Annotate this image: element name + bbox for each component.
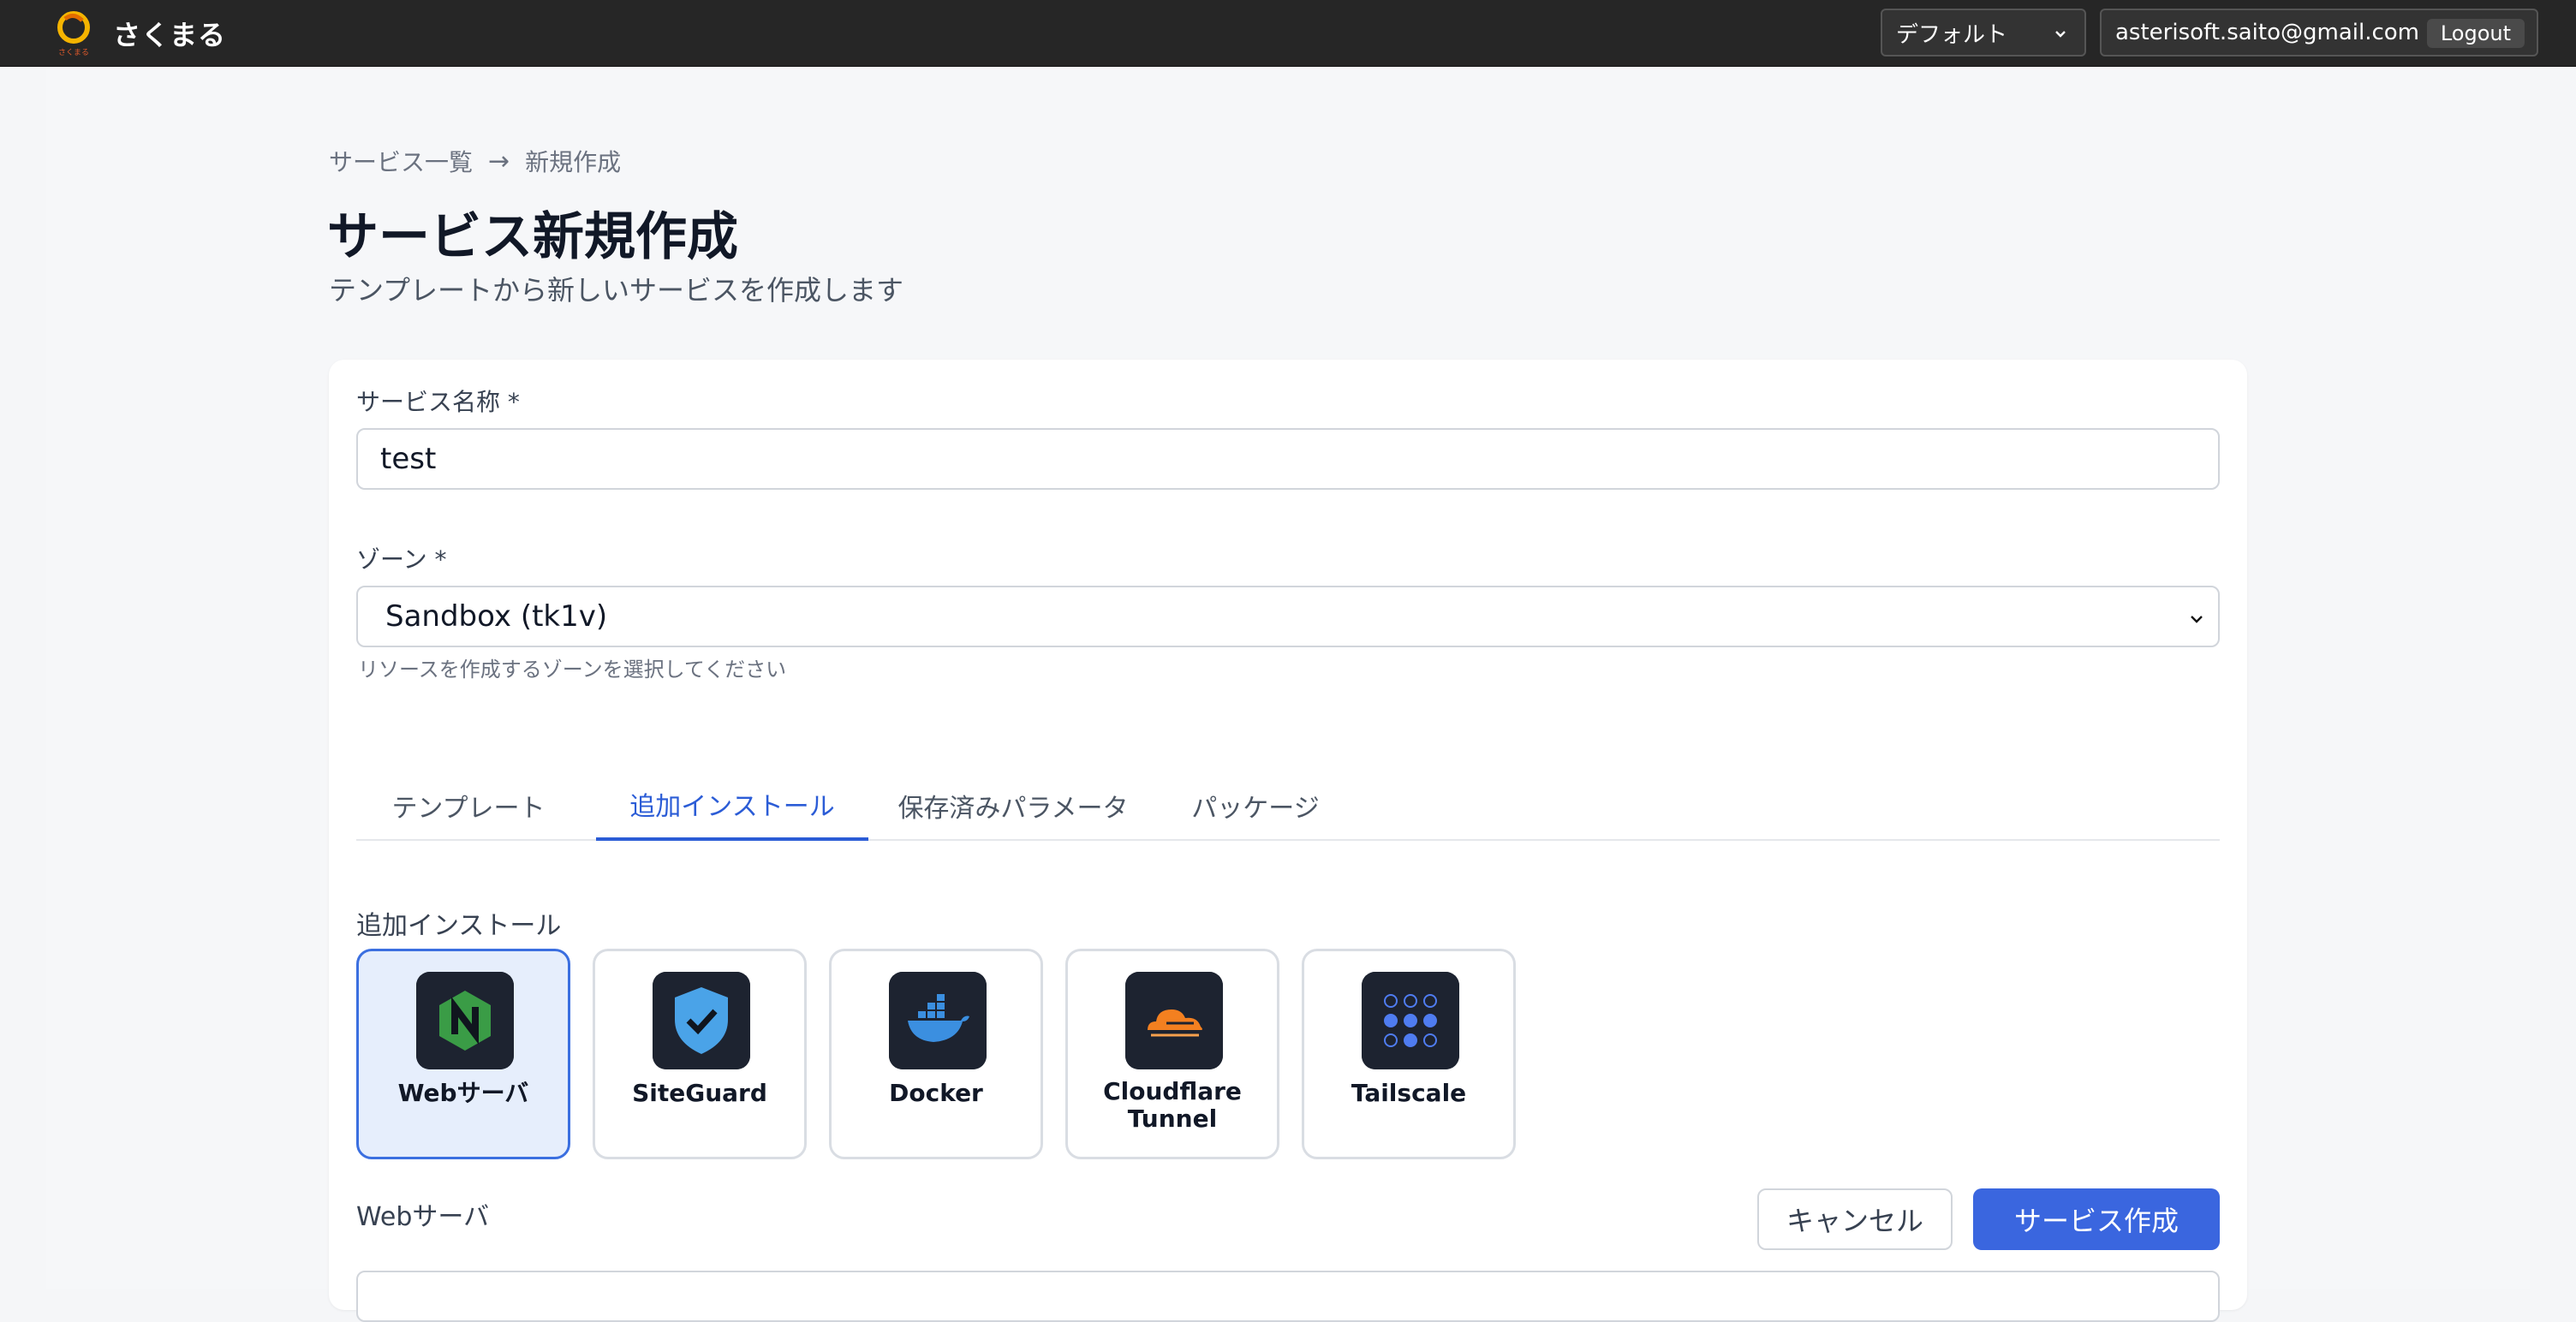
breadcrumb-service-list-link[interactable]: サービス一覧: [329, 144, 473, 178]
page-subtitle: テンプレートから新しいサービスを作成します: [329, 274, 904, 307]
user-menu: asterisoft.saito@gmail.com Logout: [2100, 9, 2538, 57]
chevron-down-icon: [2191, 616, 2203, 623]
cancel-button[interactable]: キャンセル: [1757, 1188, 1953, 1250]
install-option-siteguard[interactable]: SiteGuard: [593, 949, 807, 1159]
zone-select-value: Sandbox (tk1v): [385, 599, 608, 634]
install-option-label: Docker: [889, 1079, 983, 1107]
svg-text:さくまる: さくまる: [58, 48, 89, 57]
install-option-label: Webサーバ: [397, 1079, 529, 1107]
install-option-label: SiteGuard: [632, 1079, 767, 1107]
docker-icon: [889, 972, 987, 1069]
install-option-label: Tailscale: [1351, 1079, 1467, 1107]
breadcrumb-current: 新規作成: [525, 148, 622, 176]
organization-select[interactable]: デフォルト: [1881, 9, 2086, 57]
additional-install-label: 追加インストール: [356, 911, 562, 941]
zone-select[interactable]: Sandbox (tk1v): [356, 586, 2220, 647]
breadcrumb-arrow-icon: →: [488, 146, 510, 176]
nginx-icon: [416, 972, 514, 1069]
install-option-webserver[interactable]: Webサーバ: [356, 949, 570, 1159]
tab-bar: テンプレート 追加インストール 保存済みパラメータ パッケージ: [356, 771, 2220, 841]
zone-help-text: リソースを作成するゾーンを選択してください: [358, 658, 787, 682]
install-option-cloudflare-tunnel[interactable]: Cloudflare Tunnel: [1065, 949, 1279, 1159]
create-service-button[interactable]: サービス作成: [1973, 1188, 2220, 1250]
shield-check-icon: [653, 972, 750, 1069]
webserver-config-field[interactable]: [356, 1271, 2220, 1322]
logo-icon[interactable]: さくまる: [53, 9, 94, 57]
service-name-value: test: [380, 442, 437, 476]
user-email: asterisoft.saito@gmail.com: [2115, 20, 2419, 45]
tab-additional-install[interactable]: 追加インストール: [596, 771, 868, 841]
install-option-label: Cloudflare Tunnel: [1103, 1077, 1242, 1133]
app-name[interactable]: さくまる: [113, 14, 226, 53]
service-name-label: サービス名称 *: [356, 388, 520, 416]
zone-label: ゾーン *: [356, 545, 447, 574]
tailscale-icon: [1362, 972, 1459, 1069]
logout-button[interactable]: Logout: [2426, 19, 2525, 48]
tab-packages[interactable]: パッケージ: [1158, 771, 1353, 841]
webserver-section-label: Webサーバ: [356, 1202, 490, 1232]
tab-saved-parameters[interactable]: 保存済みパラメータ: [882, 771, 1144, 841]
service-name-input[interactable]: test: [356, 428, 2220, 490]
organization-select-value: デフォルト: [1896, 21, 2008, 48]
top-navbar: さくまる さくまる デフォルト asterisoft.saito@gmail.c…: [0, 0, 2576, 67]
chevron-down-icon: [2055, 31, 2066, 38]
install-option-tailscale[interactable]: Tailscale: [1302, 949, 1516, 1159]
page-title: サービス新規作成: [327, 207, 738, 267]
cloudflare-icon: [1125, 972, 1223, 1069]
breadcrumb: サービス一覧 → 新規作成: [329, 144, 621, 178]
install-option-docker[interactable]: Docker: [829, 949, 1043, 1159]
service-form-card: サービス名称 * test ゾーン * Sandbox (tk1v) リソースを…: [329, 360, 2247, 1322]
tab-template[interactable]: テンプレート: [356, 771, 581, 841]
